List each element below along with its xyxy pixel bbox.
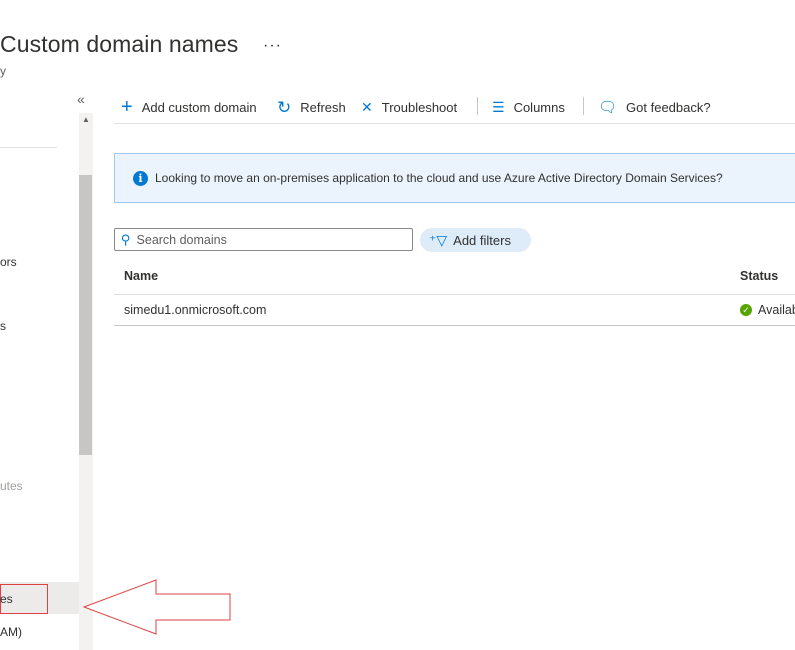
sidebar-item[interactable]: AM) bbox=[0, 625, 22, 639]
troubleshoot-button[interactable]: ✕ Troubleshoot bbox=[361, 97, 457, 117]
feedback-label: Got feedback? bbox=[626, 99, 711, 115]
search-box[interactable]: ⚲ bbox=[114, 228, 413, 251]
sidebar-divider bbox=[0, 147, 57, 148]
feedback-button[interactable]: 🗨 Got feedback? bbox=[598, 97, 711, 117]
refresh-icon: ↻ bbox=[277, 97, 292, 117]
add-custom-domain-button[interactable]: + Add custom domain bbox=[121, 97, 257, 117]
sidebar-item-custom-domain-names[interactable]: es bbox=[0, 592, 13, 606]
column-header-name[interactable]: Name bbox=[124, 269, 158, 283]
table-header-divider bbox=[114, 294, 795, 295]
table-cell-status: Available bbox=[758, 303, 795, 317]
page-subtitle: y bbox=[0, 64, 6, 78]
wrench-icon: ✕ bbox=[361, 99, 373, 115]
plus-icon: + bbox=[121, 96, 133, 118]
sidebar-item[interactable]: utes bbox=[0, 479, 23, 493]
add-filters-button[interactable]: ⁺▽ Add filters bbox=[420, 228, 531, 252]
page-title: Custom domain names bbox=[0, 31, 239, 57]
columns-label: Columns bbox=[513, 99, 565, 115]
sidebar-item[interactable]: s bbox=[0, 319, 6, 333]
troubleshoot-label: Troubleshoot bbox=[381, 99, 458, 115]
scrollbar-thumb[interactable] bbox=[79, 175, 92, 455]
table-cell-domain-name[interactable]: simedu1.onmicrosoft.com bbox=[124, 303, 266, 317]
check-circle-icon: ✓ bbox=[740, 304, 752, 316]
search-icon: ⚲ bbox=[121, 231, 131, 247]
refresh-button[interactable]: ↻ Refresh bbox=[277, 97, 346, 117]
info-banner-text[interactable]: Looking to move an on-premises applicati… bbox=[155, 171, 723, 185]
add-filters-label: Add filters bbox=[453, 232, 511, 248]
collapse-sidebar-icon[interactable]: « bbox=[77, 91, 85, 107]
toolbar-separator bbox=[583, 97, 584, 115]
info-icon: i bbox=[133, 171, 148, 186]
search-input[interactable] bbox=[136, 232, 407, 247]
filter-add-icon: ⁺▽ bbox=[429, 231, 448, 248]
toolbar-divider bbox=[114, 123, 795, 124]
columns-icon: ☰ bbox=[492, 99, 505, 115]
more-options-icon[interactable]: ··· bbox=[263, 37, 282, 55]
table-row-divider bbox=[114, 325, 795, 326]
sidebar-item[interactable]: ors bbox=[0, 255, 17, 269]
columns-button[interactable]: ☰ Columns bbox=[492, 97, 565, 117]
add-custom-domain-label: Add custom domain bbox=[141, 99, 257, 115]
refresh-label: Refresh bbox=[300, 99, 346, 115]
toolbar-separator bbox=[477, 97, 478, 115]
feedback-icon: 🗨 bbox=[598, 98, 618, 116]
annotation-arrow bbox=[82, 579, 231, 635]
scroll-up-arrow-icon[interactable]: ▲ bbox=[79, 113, 93, 127]
column-header-status[interactable]: Status bbox=[740, 269, 778, 283]
